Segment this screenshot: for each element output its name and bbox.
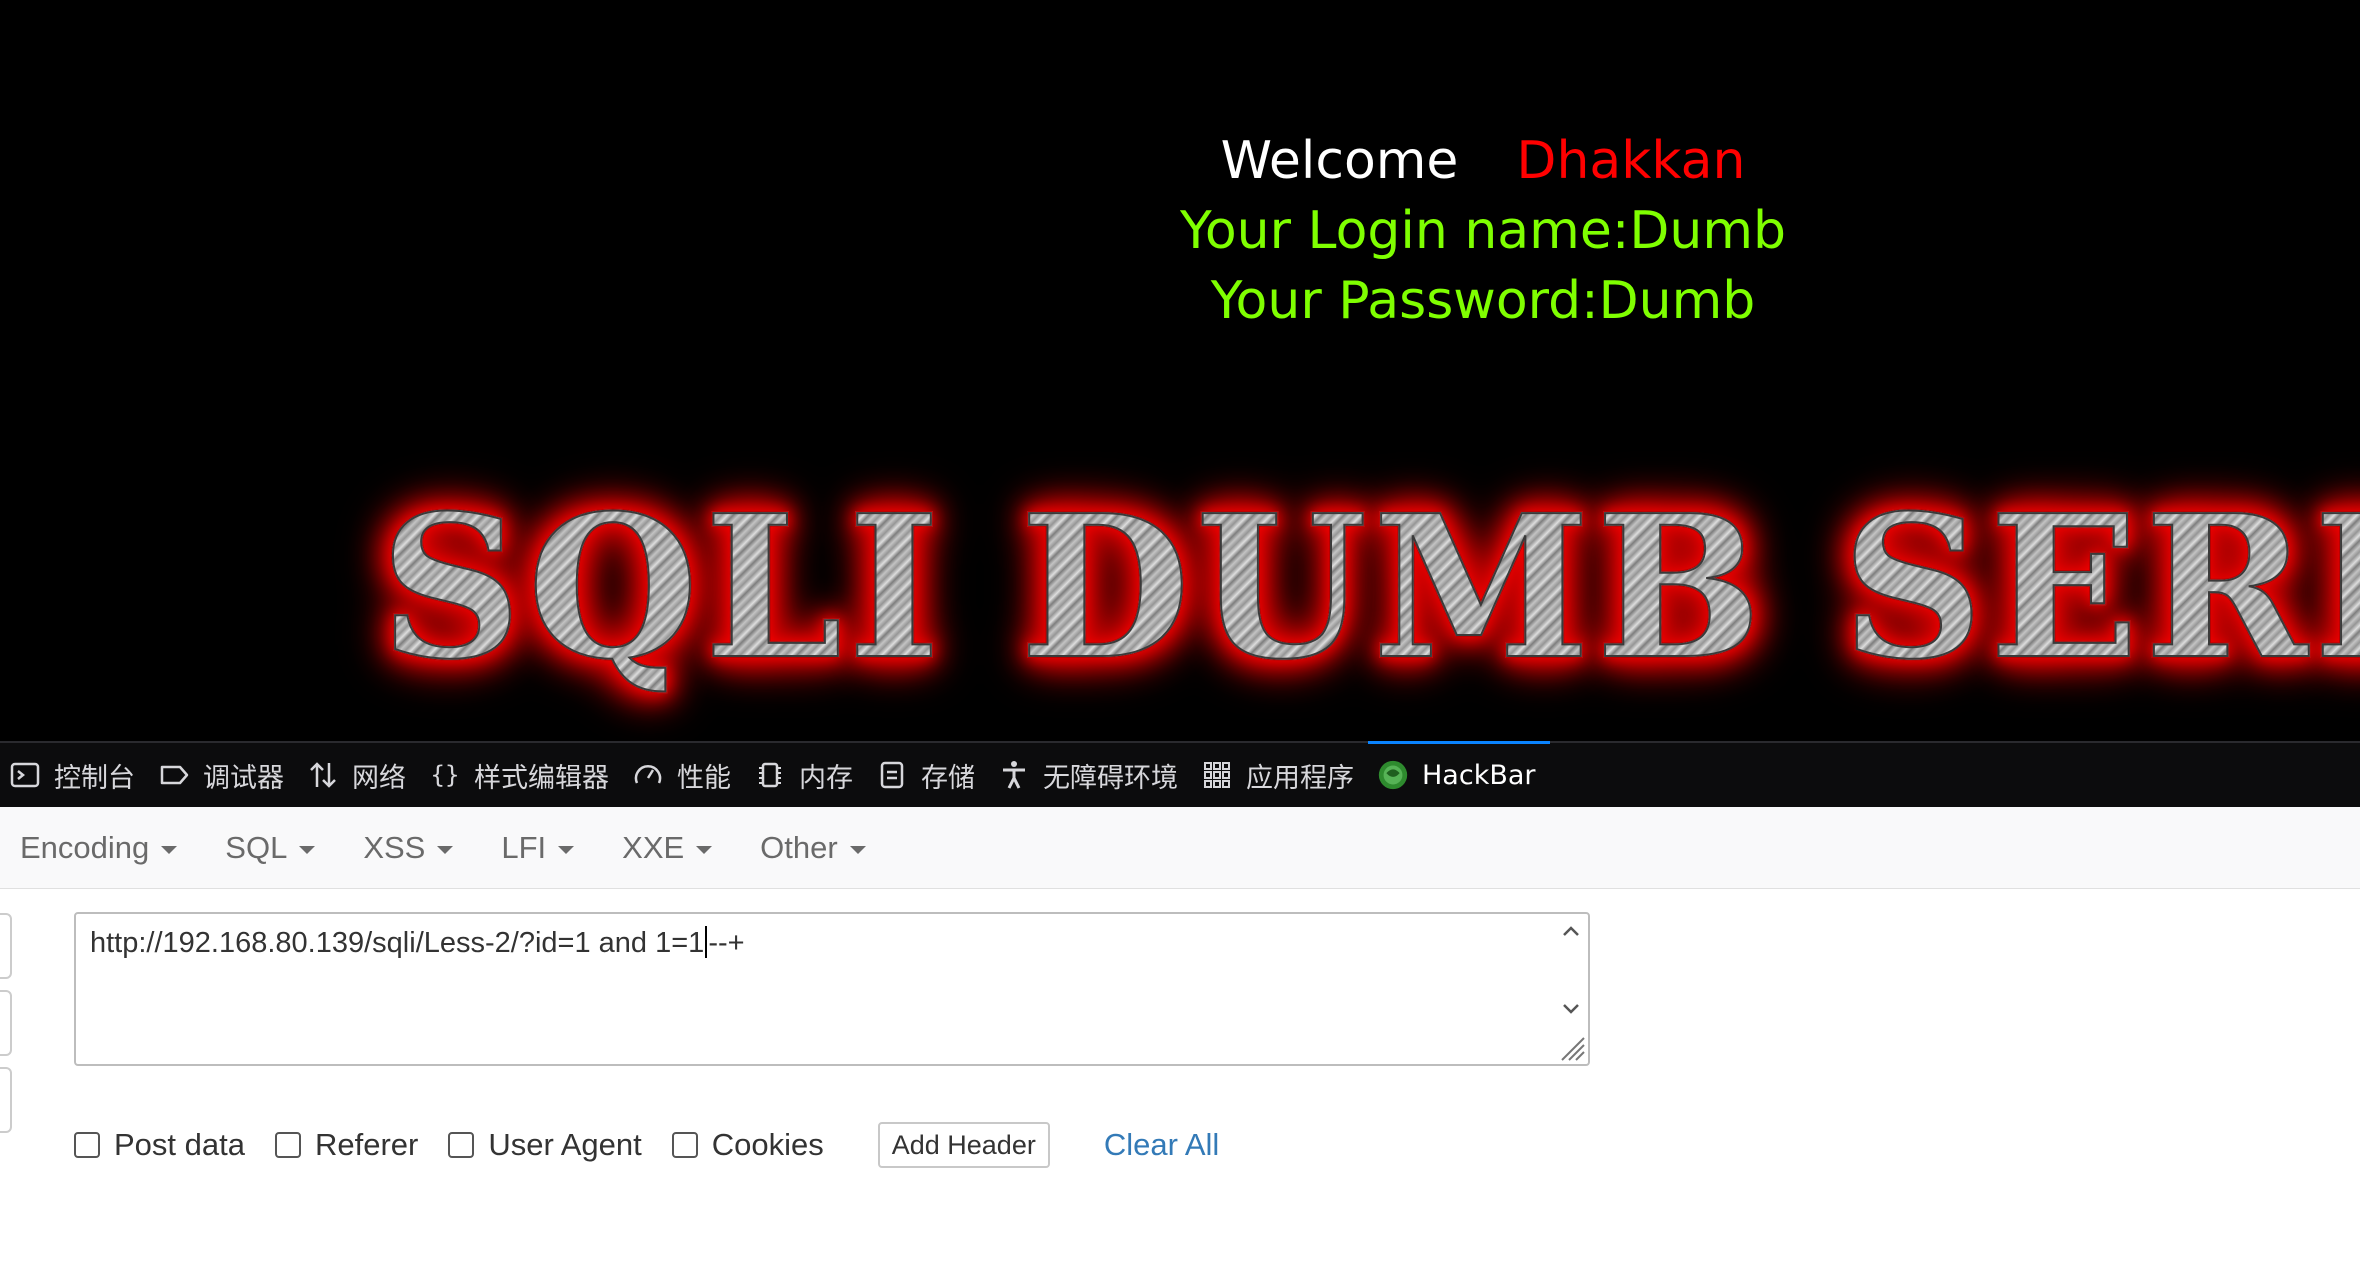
resize-grip-icon[interactable]	[1554, 1030, 1586, 1062]
caret-down-icon	[161, 845, 178, 854]
caret-down-icon	[696, 845, 713, 854]
svg-text:{}: {}	[431, 761, 460, 789]
tab-label: HackBar	[1422, 759, 1536, 791]
hackbar-menu-bar: Encoding SQL XSS LFI XXE Other	[0, 807, 2360, 889]
menu-label: XXE	[622, 829, 685, 865]
tab-performance[interactable]: 性能	[623, 743, 745, 807]
menu-lfi[interactable]: LFI	[487, 818, 588, 878]
tab-accessibility[interactable]: 无障碍环境	[989, 743, 1192, 807]
tab-debugger[interactable]: 调试器	[149, 743, 298, 807]
menu-label: XSS	[363, 829, 426, 865]
caret-down-icon	[849, 845, 866, 854]
clear-all-link[interactable]: Clear All	[1104, 1127, 1219, 1163]
execute-button[interactable]	[0, 1067, 12, 1133]
tab-label: 网络	[352, 762, 406, 794]
referer-option[interactable]: Referer	[274, 1127, 419, 1163]
tab-label: 样式编辑器	[474, 762, 609, 794]
login-result: Welcome Dhakkan Your Login name:Dumb Your…	[1000, 126, 1966, 336]
performance-icon	[631, 758, 665, 792]
storage-icon	[875, 758, 909, 792]
hackbar-panel: Encoding SQL XSS LFI XXE Other http://19…	[0, 807, 2360, 1264]
caret-down-icon	[299, 845, 316, 854]
tab-storage[interactable]: 存储	[867, 743, 989, 807]
tab-memory[interactable]: 内存	[745, 743, 867, 807]
welcome-line: Welcome Dhakkan	[1000, 126, 1966, 196]
menu-encoding[interactable]: Encoding	[6, 818, 191, 878]
referer-checkbox[interactable]	[274, 1132, 301, 1158]
sqli-banner: SQLI DUMB SERIES SQLI DUMB SERIES	[378, 476, 2360, 718]
option-label: User Agent	[488, 1127, 642, 1162]
menu-label: Other	[760, 829, 838, 865]
scroll-up-icon[interactable]	[1561, 922, 1581, 942]
banner-title: SQLI DUMB SERIES	[379, 477, 2360, 699]
menu-label: LFI	[501, 829, 547, 865]
application-icon	[1200, 758, 1234, 792]
tab-style-editor[interactable]: {} 样式编辑器	[420, 743, 623, 807]
console-icon	[8, 758, 42, 792]
tab-application[interactable]: 应用程序	[1192, 743, 1368, 807]
options-row: Post data Referer User Agent Cookies Add…	[74, 1119, 1219, 1171]
url-text[interactable]: http://192.168.80.139/sqli/Less-2/?id=1 …	[90, 926, 745, 960]
menu-other[interactable]: Other	[746, 818, 880, 878]
tab-label: 无障碍环境	[1043, 762, 1178, 794]
tab-label: 性能	[677, 762, 731, 794]
split-url-button[interactable]	[0, 990, 12, 1056]
tab-network[interactable]: 网络	[298, 743, 420, 807]
text-caret	[705, 926, 708, 958]
post-data-checkbox[interactable]	[74, 1132, 100, 1158]
password-line: Your Password:Dumb	[1210, 271, 1756, 331]
memory-icon	[753, 758, 787, 792]
url-after-caret: --+	[708, 927, 745, 959]
load-url-button[interactable]	[0, 913, 12, 979]
cookies-option[interactable]: Cookies	[671, 1127, 824, 1163]
caret-down-icon	[437, 845, 454, 854]
cookies-checkbox[interactable]	[671, 1132, 698, 1158]
menu-label: Encoding	[20, 829, 150, 865]
devtools-tab-bar: 控制台 调试器 网络 {} 样式编辑器 性能 内存 存储 无障碍环境 应用程序 …	[0, 741, 2360, 807]
accessibility-icon	[997, 758, 1031, 792]
tab-label: 内存	[799, 762, 853, 794]
url-before-caret: http://192.168.80.139/sqli/Less-2/?id=1 …	[90, 927, 705, 959]
menu-label: SQL	[225, 829, 288, 865]
tab-label: 应用程序	[1246, 762, 1354, 794]
debugger-icon	[157, 758, 191, 792]
tab-console[interactable]: 控制台	[0, 743, 149, 807]
scroll-down-icon[interactable]	[1561, 998, 1581, 1018]
option-label: Referer	[314, 1127, 419, 1162]
menu-xss[interactable]: XSS	[349, 818, 467, 878]
menu-sql[interactable]: SQL	[211, 818, 329, 878]
add-header-button[interactable]: Add Header	[877, 1122, 1050, 1168]
tab-label: 控制台	[54, 762, 135, 794]
browser-window: Welcome Dhakkan Your Login name:Dumb Your…	[0, 0, 2360, 1264]
style-editor-icon: {}	[428, 758, 462, 792]
welcome-name: Dhakkan	[1516, 131, 1746, 191]
menu-xxe[interactable]: XXE	[608, 818, 726, 878]
login-name-line: Your Login name:Dumb	[1180, 201, 1786, 261]
tab-label: 存储	[921, 762, 975, 794]
caret-down-icon	[558, 845, 575, 854]
option-label: Cookies	[711, 1127, 824, 1162]
url-textarea[interactable]: http://192.168.80.139/sqli/Less-2/?id=1 …	[74, 912, 1590, 1066]
network-icon	[306, 758, 340, 792]
hackbar-icon	[1376, 758, 1410, 792]
post-data-option[interactable]: Post data	[74, 1127, 245, 1163]
tab-label: 调试器	[203, 762, 284, 794]
tab-hackbar[interactable]: HackBar	[1368, 741, 1550, 807]
welcome-word: Welcome	[1220, 131, 1459, 191]
user-agent-option[interactable]: User Agent	[448, 1127, 642, 1163]
user-agent-checkbox[interactable]	[448, 1132, 475, 1158]
option-label: Post data	[114, 1127, 245, 1162]
web-page-viewport: Welcome Dhakkan Your Login name:Dumb Your…	[0, 0, 2360, 741]
